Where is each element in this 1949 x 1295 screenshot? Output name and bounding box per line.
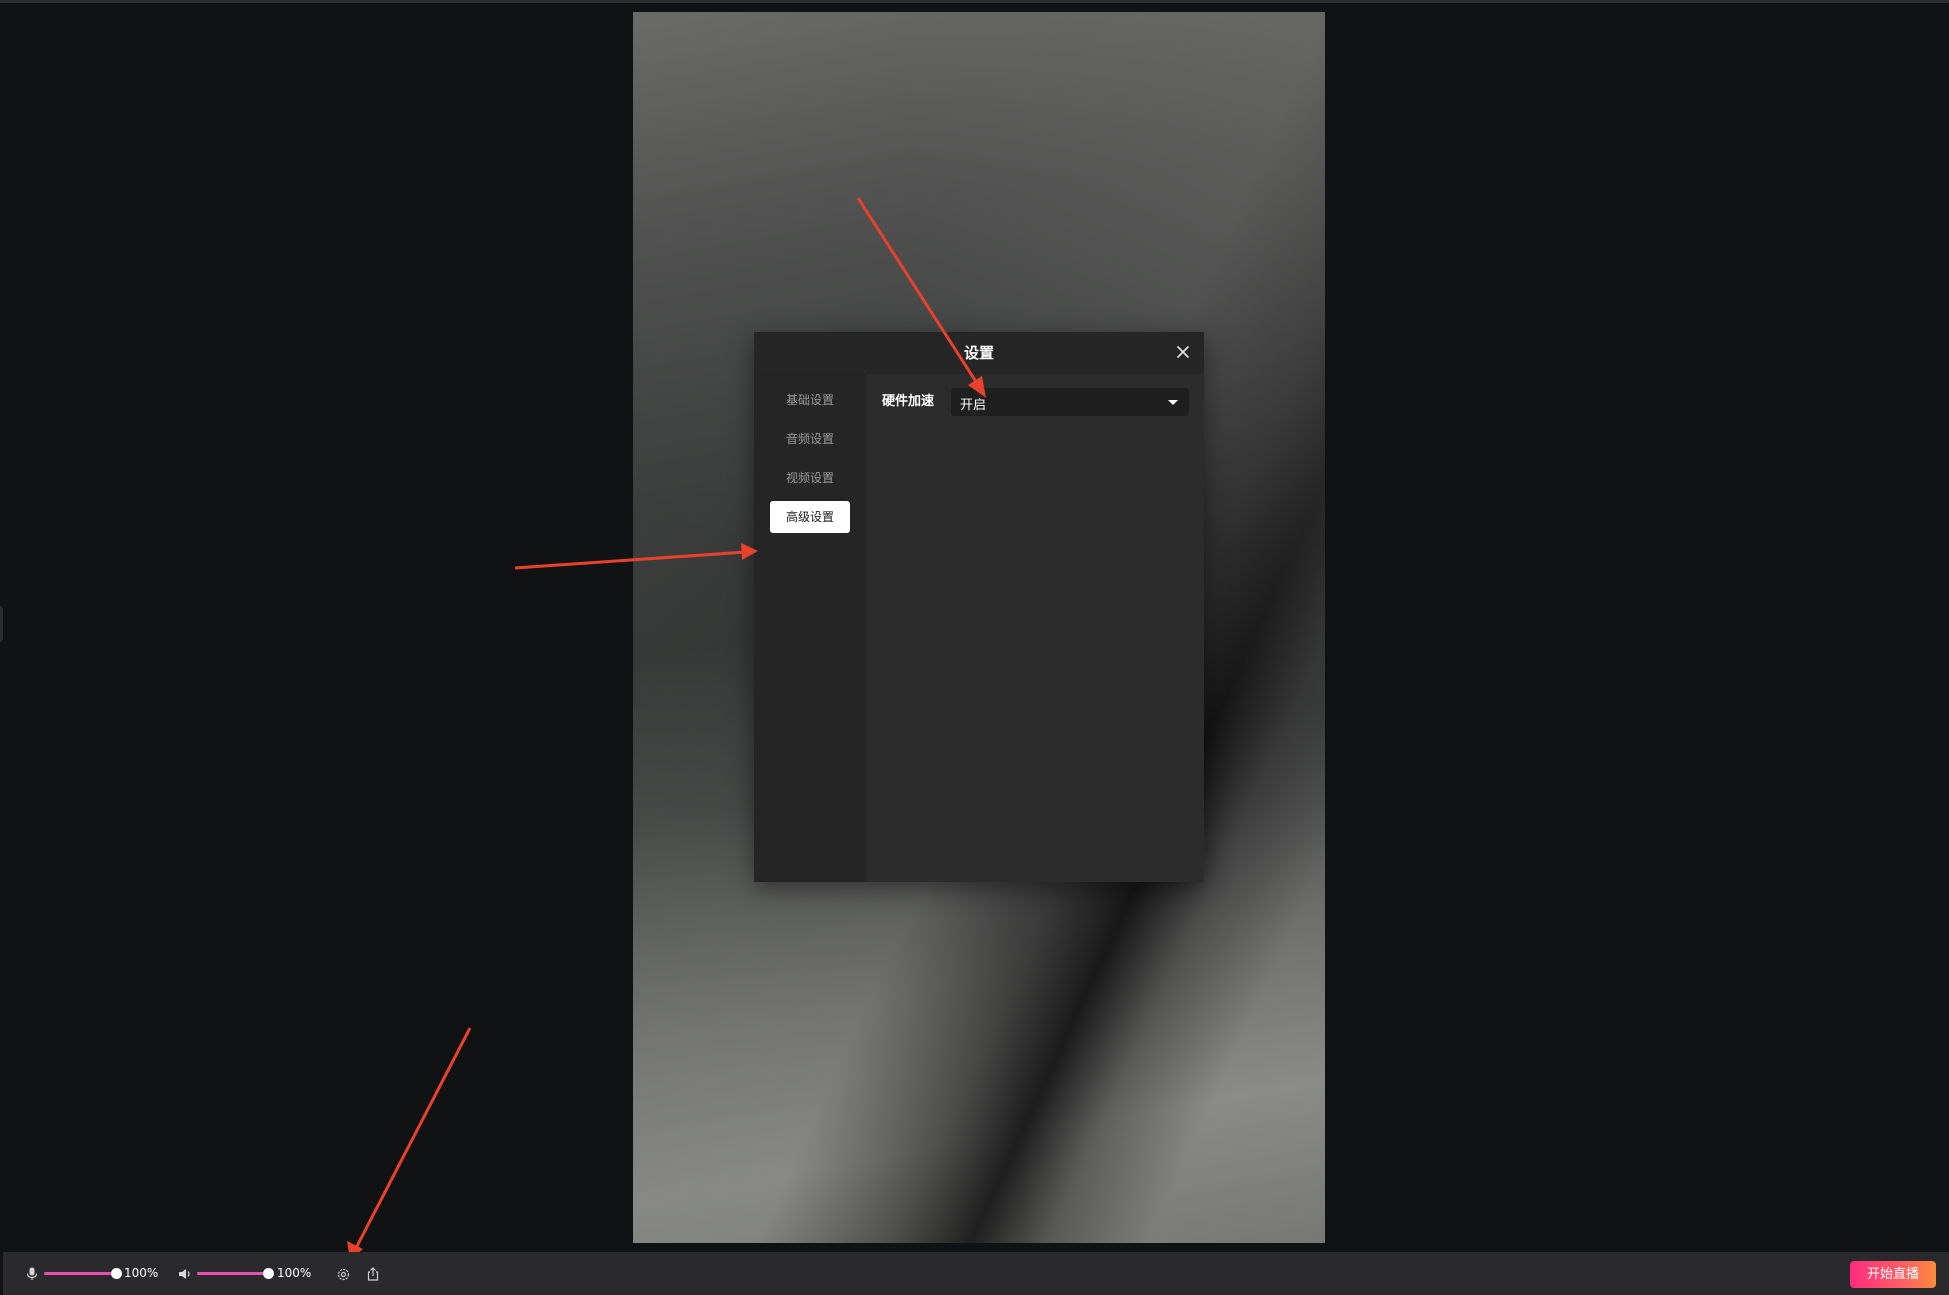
settings-icon <box>337 1268 349 1280</box>
hardware-acceleration-label: 硬件加速 <box>882 394 935 409</box>
select-value: 开启 <box>960 398 987 413</box>
share-icon <box>367 1267 379 1281</box>
dialog-header: 设置 <box>754 332 1204 374</box>
mic-volume-thumb[interactable] <box>111 1268 122 1279</box>
nav-video-settings[interactable]: 视频设置 <box>770 462 850 494</box>
speaker-volume-value: 100% <box>277 1266 312 1280</box>
microphone-button[interactable] <box>23 1265 41 1283</box>
settings-nav: 基础设置 音频设置 视频设置 高级设置 <box>754 374 866 882</box>
nav-audio-settings[interactable]: 音频设置 <box>770 423 850 455</box>
bottom-toolbar: 100% 100% 开始直播 <box>3 1252 1949 1295</box>
nav-basic-settings[interactable]: 基础设置 <box>770 384 850 416</box>
nav-advanced-settings[interactable]: 高级设置 <box>770 501 850 533</box>
chevron-down-icon <box>1168 400 1178 405</box>
speaker-icon <box>179 1269 190 1279</box>
microphone-icon <box>26 1267 38 1280</box>
side-panel-handle[interactable] <box>0 606 3 642</box>
start-live-button[interactable]: 开始直播 <box>1850 1261 1936 1288</box>
hardware-acceleration-select[interactable]: 开启 <box>951 388 1189 416</box>
dialog-title: 设置 <box>963 344 994 362</box>
speaker-button[interactable] <box>176 1265 194 1283</box>
settings-content: 硬件加速 开启 <box>866 374 1204 882</box>
settings-button[interactable] <box>334 1265 352 1283</box>
close-button[interactable] <box>1172 341 1194 363</box>
mic-volume-value: 100% <box>124 1266 159 1280</box>
speaker-volume-slider[interactable] <box>197 1272 271 1275</box>
speaker-volume-thumb[interactable] <box>263 1268 274 1279</box>
top-border <box>0 0 1949 3</box>
arrow-to-settings-icon <box>347 1027 472 1260</box>
close-icon <box>1177 346 1189 358</box>
mic-volume-slider[interactable] <box>44 1272 118 1275</box>
share-button[interactable] <box>364 1265 382 1283</box>
settings-dialog: 设置 基础设置 音频设置 视频设置 高级设置 硬件加速 开启 <box>754 332 1204 882</box>
